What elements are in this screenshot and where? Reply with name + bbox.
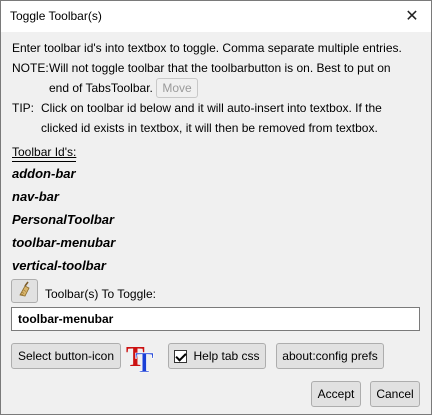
help-tab-css-button[interactable]: Help tab css	[168, 343, 266, 369]
note-text-line2: end of TabsToolbar.	[49, 81, 153, 95]
toolbar-id-item[interactable]: nav-bar	[12, 189, 59, 204]
broom-icon	[16, 281, 34, 302]
toolbar-ids-heading: Toolbar Id's:	[12, 145, 77, 162]
select-button-icon-button[interactable]: Select button-icon	[11, 343, 121, 369]
toolbar-id-item[interactable]: addon-bar	[12, 166, 76, 181]
accept-button[interactable]: Accept	[311, 381, 361, 407]
toolbar-id-item[interactable]: vertical-toolbar	[12, 258, 106, 273]
cancel-button[interactable]: Cancel	[370, 381, 420, 407]
window-title: Toggle Toolbar(s)	[10, 9, 102, 23]
toolbar-id-item[interactable]: PersonalToolbar	[12, 212, 114, 227]
tip-text-line2: clicked id exists in textbox, it will th…	[41, 121, 378, 135]
toggle-toolbars-dialog: Toggle Toolbar(s) ✕ Enter toolbar id's i…	[0, 0, 432, 415]
help-tab-css-checkbox[interactable]	[174, 349, 188, 363]
note-text-line1: Will not toggle toolbar that the toolbar…	[49, 61, 391, 75]
move-button[interactable]: Move	[156, 78, 198, 98]
tt-icon[interactable]: T T	[125, 340, 159, 379]
toolbar-id-item[interactable]: toolbar-menubar	[12, 235, 115, 250]
help-tab-css-label: Help tab css	[193, 349, 260, 363]
tip-text-line1: Click on toolbar id below and it will au…	[41, 101, 382, 115]
about-config-prefs-button[interactable]: about:config prefs	[276, 343, 384, 369]
toggle-label: Toolbar(s) To Toggle:	[45, 287, 156, 301]
title-bar: Toggle Toolbar(s) ✕	[1, 1, 431, 32]
tip-label: TIP:	[12, 101, 35, 115]
close-icon[interactable]: ✕	[401, 5, 423, 27]
svg-text:T: T	[135, 348, 154, 374]
instruction-text: Enter toolbar id's into textbox to toggl…	[12, 41, 402, 55]
toggle-textbox[interactable]: toolbar-menubar	[11, 307, 420, 331]
note-label: NOTE:	[12, 61, 49, 75]
clear-button[interactable]	[11, 279, 38, 303]
